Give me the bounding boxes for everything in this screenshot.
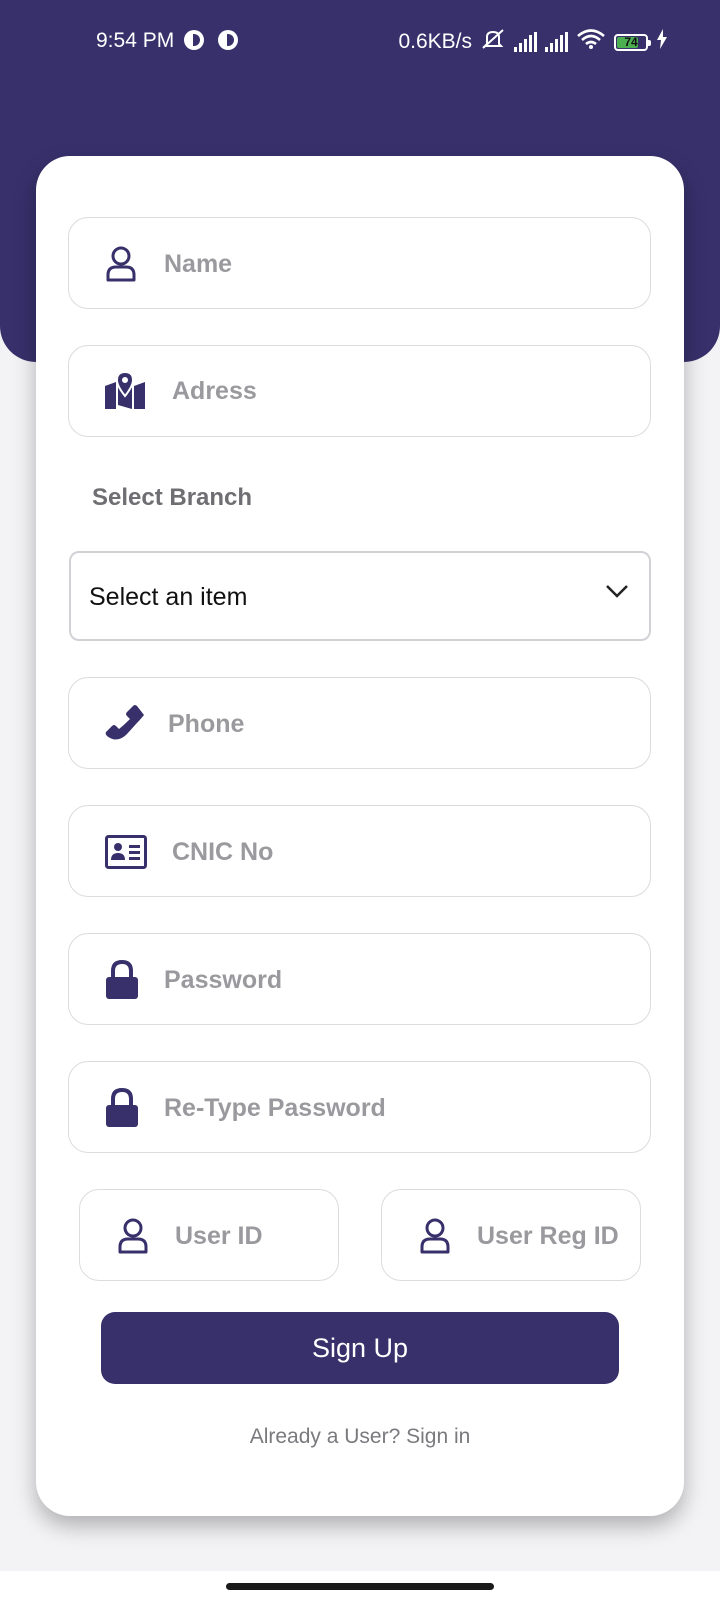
name-field[interactable]: Name: [68, 217, 651, 309]
chevron-down-icon: [605, 583, 629, 604]
password-field[interactable]: Password: [68, 933, 651, 1025]
phone-icon: [105, 704, 145, 744]
user-icon: [117, 1218, 149, 1254]
id-card-icon: [105, 835, 147, 869]
cnic-field[interactable]: CNIC No: [68, 805, 651, 897]
status-bar: 9:54 PM 0.6KB/s 74: [0, 0, 720, 84]
wifi-icon: [576, 28, 606, 56]
home-indicator[interactable]: [226, 1583, 494, 1590]
phone-field[interactable]: Phone: [68, 677, 651, 769]
status-notification-icon: [218, 30, 238, 50]
branch-select-value: Select an item: [89, 583, 248, 611]
status-right-group: 0.6KB/s 74: [398, 28, 668, 56]
lock-icon: [105, 1088, 139, 1128]
branch-select[interactable]: Select an item: [69, 551, 651, 641]
address-field[interactable]: Adress: [68, 345, 651, 437]
signal-icon: [514, 32, 537, 52]
user-icon: [419, 1218, 451, 1254]
name-placeholder: Name: [164, 250, 233, 278]
user-icon: [105, 246, 137, 282]
signin-link[interactable]: Already a User? Sign in: [0, 1425, 720, 1449]
status-notification-icon: [184, 30, 204, 50]
signup-button[interactable]: Sign Up: [101, 1312, 619, 1384]
map-location-icon: [104, 372, 146, 410]
cnic-placeholder: CNIC No: [172, 838, 274, 866]
retype-password-field[interactable]: Re-Type Password: [68, 1061, 651, 1153]
signal-icon: [545, 32, 568, 52]
password-placeholder: Password: [164, 966, 283, 994]
user-reg-id-field[interactable]: User Reg ID: [381, 1189, 641, 1281]
user-id-placeholder: User ID: [175, 1222, 263, 1250]
user-id-field[interactable]: User ID: [79, 1189, 339, 1281]
mute-icon: [480, 28, 506, 56]
lock-icon: [105, 960, 139, 1000]
phone-placeholder: Phone: [168, 710, 245, 738]
branch-label: Select Branch: [92, 484, 253, 511]
address-placeholder: Adress: [172, 377, 257, 405]
charging-icon: [656, 29, 668, 55]
network-speed: 0.6KB/s: [398, 30, 472, 53]
battery-level: 74: [624, 35, 638, 49]
battery-icon: 74: [614, 33, 651, 51]
status-time: 9:54 PM: [96, 29, 175, 52]
retype-password-placeholder: Re-Type Password: [164, 1094, 386, 1122]
user-reg-id-placeholder: User Reg ID: [477, 1222, 619, 1250]
